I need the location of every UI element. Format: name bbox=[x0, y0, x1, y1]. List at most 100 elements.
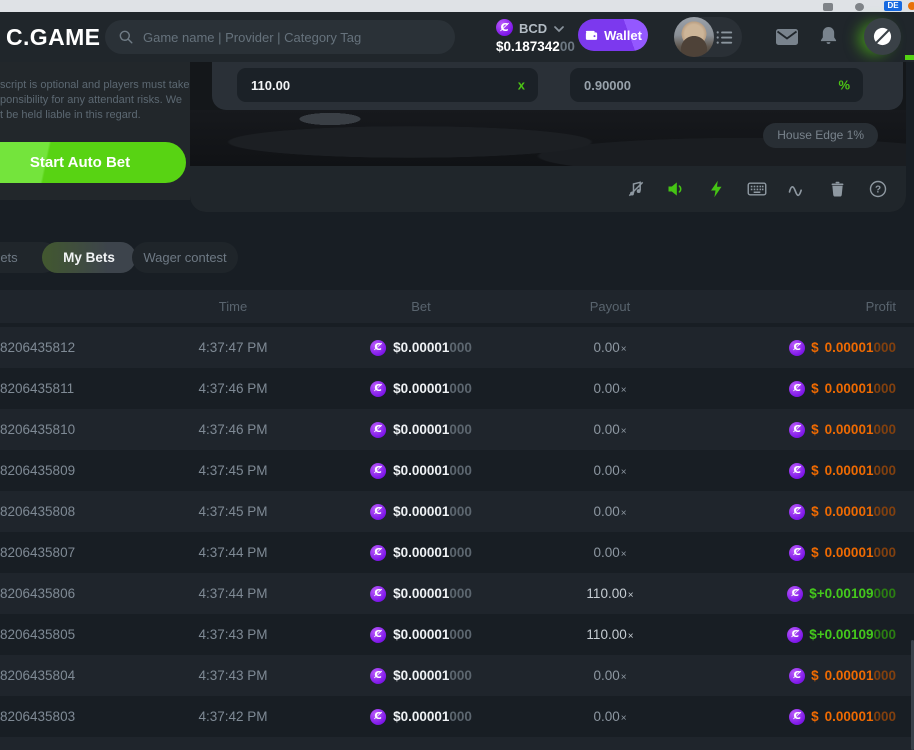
bet-amount-main: $0.00001 bbox=[393, 422, 449, 437]
music-off-icon[interactable] bbox=[626, 179, 646, 199]
table-row[interactable]: 82064358044:37:43 PM$0.000010000.00×$0.0… bbox=[0, 655, 914, 696]
bet-amount-main: $0.00001 bbox=[393, 463, 449, 478]
profit-cell: $0.00001000 bbox=[789, 409, 896, 450]
win-chance-input[interactable] bbox=[570, 68, 863, 102]
messages-icon[interactable] bbox=[776, 29, 798, 45]
profit-dim: 000 bbox=[873, 381, 896, 396]
table-row[interactable]: 82064358104:37:46 PM$0.000010000.00×$0.0… bbox=[0, 409, 914, 450]
coin-icon bbox=[789, 504, 805, 520]
bet-amount-main: $0.00001 bbox=[393, 340, 449, 355]
bet-time-cell: 4:37:45 PM bbox=[198, 450, 267, 491]
bet-time-cell: 4:37:43 PM bbox=[198, 614, 267, 655]
payout-value: 110.00 bbox=[586, 627, 626, 642]
hotkeys-icon[interactable] bbox=[747, 179, 767, 199]
table-row[interactable]: 82064358084:37:45 PM$0.000010000.00×$0.0… bbox=[0, 491, 914, 532]
profit-dim: 000 bbox=[873, 627, 896, 642]
coin-icon bbox=[370, 709, 386, 725]
payout-multiplier-sign: × bbox=[621, 426, 627, 437]
site-logo[interactable]: C.GAME bbox=[6, 12, 100, 62]
tab-my-bets[interactable]: My Bets bbox=[42, 242, 136, 273]
bet-amount-dim: 000 bbox=[449, 422, 472, 437]
bet-time-cell: 4:37:43 PM bbox=[198, 655, 267, 696]
extension-icon[interactable] bbox=[823, 3, 833, 11]
header-time: Time bbox=[219, 290, 247, 323]
profit-currency: $ bbox=[811, 709, 819, 724]
bet-time-cell: 4:37:44 PM bbox=[198, 573, 267, 614]
table-row[interactable]: 82064358054:37:43 PM$0.00001000110.00×$+… bbox=[0, 614, 914, 655]
coin-icon bbox=[789, 709, 805, 725]
top-navbar: C.GAME BCD $0.18734200 Wallet bbox=[0, 12, 914, 62]
chat-button[interactable] bbox=[864, 18, 901, 55]
bet-amount-main: $0.00001 bbox=[393, 545, 449, 560]
bet-amount-dim: 000 bbox=[449, 586, 472, 601]
bet-amount-dim: 000 bbox=[449, 504, 472, 519]
chat-icon bbox=[872, 26, 893, 47]
bet-amount-cell: $0.00001000 bbox=[370, 450, 472, 491]
notifications-icon[interactable] bbox=[820, 26, 837, 45]
profit-currency: $ bbox=[809, 586, 817, 601]
payout-multiplier-input[interactable] bbox=[237, 68, 538, 102]
extension-icon-2[interactable] bbox=[855, 3, 864, 11]
bet-id-cell: 8206435805 bbox=[0, 614, 75, 655]
bet-amount-cell: $0.00001000 bbox=[370, 409, 472, 450]
profit-cell: $0.00001000 bbox=[789, 491, 896, 532]
wallet-button[interactable]: Wallet bbox=[578, 19, 648, 51]
profit-main: 0.00001 bbox=[825, 422, 874, 437]
header-payout: Payout bbox=[590, 290, 630, 323]
start-auto-bet-button[interactable]: Start Auto Bet bbox=[0, 142, 186, 183]
payout-cell: 0.00× bbox=[593, 450, 626, 493]
currency-selector[interactable]: BCD $0.18734200 bbox=[492, 17, 578, 57]
sound-icon[interactable] bbox=[666, 179, 686, 199]
bet-id-cell: 8206435811 bbox=[0, 368, 74, 409]
profit-main: +0.00109 bbox=[817, 627, 874, 642]
profile-menu[interactable] bbox=[674, 17, 742, 57]
payout-value: 0.00 bbox=[593, 545, 619, 560]
table-row[interactable]: 82064358034:37:42 PM$0.000010000.00×$0.0… bbox=[0, 696, 914, 737]
table-row[interactable]: 82064358074:37:44 PM$0.000010000.00×$0.0… bbox=[0, 532, 914, 573]
live-stats-icon[interactable] bbox=[787, 179, 807, 199]
coin-icon bbox=[789, 381, 805, 397]
bet-id-cell: 8206435812 bbox=[0, 327, 75, 368]
payout-cell: 0.00× bbox=[593, 655, 626, 698]
table-row[interactable]: 82064358114:37:46 PM$0.000010000.00×$0.0… bbox=[0, 368, 914, 409]
de-extension-badge[interactable]: DE bbox=[884, 1, 902, 11]
wallet-label: Wallet bbox=[604, 28, 642, 43]
trash-icon[interactable] bbox=[828, 179, 848, 199]
coin-icon bbox=[789, 340, 805, 356]
svg-text:?: ? bbox=[875, 185, 881, 196]
payout-value: 0.00 bbox=[593, 422, 619, 437]
profit-dim: 000 bbox=[873, 586, 896, 601]
payout-value: 0.00 bbox=[593, 504, 619, 519]
payout-cell: 0.00× bbox=[593, 409, 626, 452]
payout-multiplier-sign: × bbox=[621, 385, 627, 396]
bet-amount-dim: 000 bbox=[449, 545, 472, 560]
table-row[interactable]: 82064358124:37:47 PM$0.000010000.00×$0.0… bbox=[0, 327, 914, 368]
bet-id-cell: 8206435809 bbox=[0, 450, 75, 491]
tab-wager-contest[interactable]: Wager contest bbox=[132, 242, 238, 273]
bet-id-cell: 8206435803 bbox=[0, 696, 75, 737]
profit-dim: 000 bbox=[873, 463, 896, 478]
disclaimer-line: script is optional and players must take bbox=[0, 78, 190, 93]
turbo-icon[interactable] bbox=[707, 179, 727, 199]
payout-multiplier-sign: × bbox=[621, 344, 627, 355]
payout-multiplier-sign: × bbox=[621, 549, 627, 560]
bet-time-cell: 4:37:45 PM bbox=[198, 491, 267, 532]
help-icon[interactable]: ? bbox=[868, 179, 888, 199]
bet-amount-main: $0.00001 bbox=[393, 381, 449, 396]
payout-cell: 0.00× bbox=[593, 491, 626, 534]
profit-currency: $ bbox=[811, 668, 819, 683]
search-bar[interactable] bbox=[105, 20, 455, 54]
chevron-down-icon bbox=[554, 26, 564, 33]
table-row[interactable]: $0.00001000$0.00001000 bbox=[0, 737, 914, 750]
avatar[interactable] bbox=[674, 17, 714, 57]
game-panel: x % House Edge 1% bbox=[190, 62, 906, 212]
table-row[interactable]: 82064358064:37:44 PM$0.00001000110.00×$+… bbox=[0, 573, 914, 614]
coin-icon bbox=[787, 627, 803, 643]
disclaimer-line: ponsibility for any attendant risks. We bbox=[0, 93, 190, 108]
profit-currency: $ bbox=[811, 340, 819, 355]
table-row[interactable]: 82064358094:37:45 PM$0.000010000.00×$0.0… bbox=[0, 450, 914, 491]
wallet-icon bbox=[584, 28, 599, 43]
search-input[interactable] bbox=[105, 20, 455, 54]
bet-amount-cell: $0.00001000 bbox=[370, 696, 472, 737]
payout-cell: 110.00× bbox=[586, 573, 633, 616]
